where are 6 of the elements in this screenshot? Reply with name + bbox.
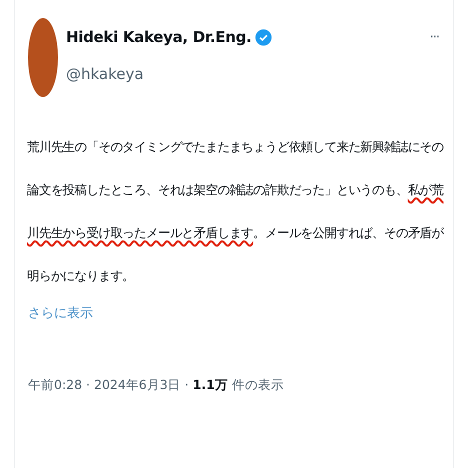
tweet-meta: 午前0:28 · 2024年6月3日 · 1.1万 件の表示: [28, 376, 285, 394]
tweet-text: 荒川先生の「そのタイミングでたまたまちょうど依頼して来た新興雑誌にその論文を投稿したところ、それは架空の雑誌の詐欺だった」というのも、私が荒川先生から受け取ったメールと矛盾します。メールを公開すれば、その矛盾が明らかになります。: [27, 139, 445, 285]
author-handle[interactable]: @hkakeya: [66, 62, 422, 85]
more-menu[interactable]: ···: [430, 28, 439, 48]
show-more-link[interactable]: さらに表示: [28, 304, 93, 324]
author-name[interactable]: Hideki Kakeya, Dr.Eng.: [66, 26, 252, 48]
